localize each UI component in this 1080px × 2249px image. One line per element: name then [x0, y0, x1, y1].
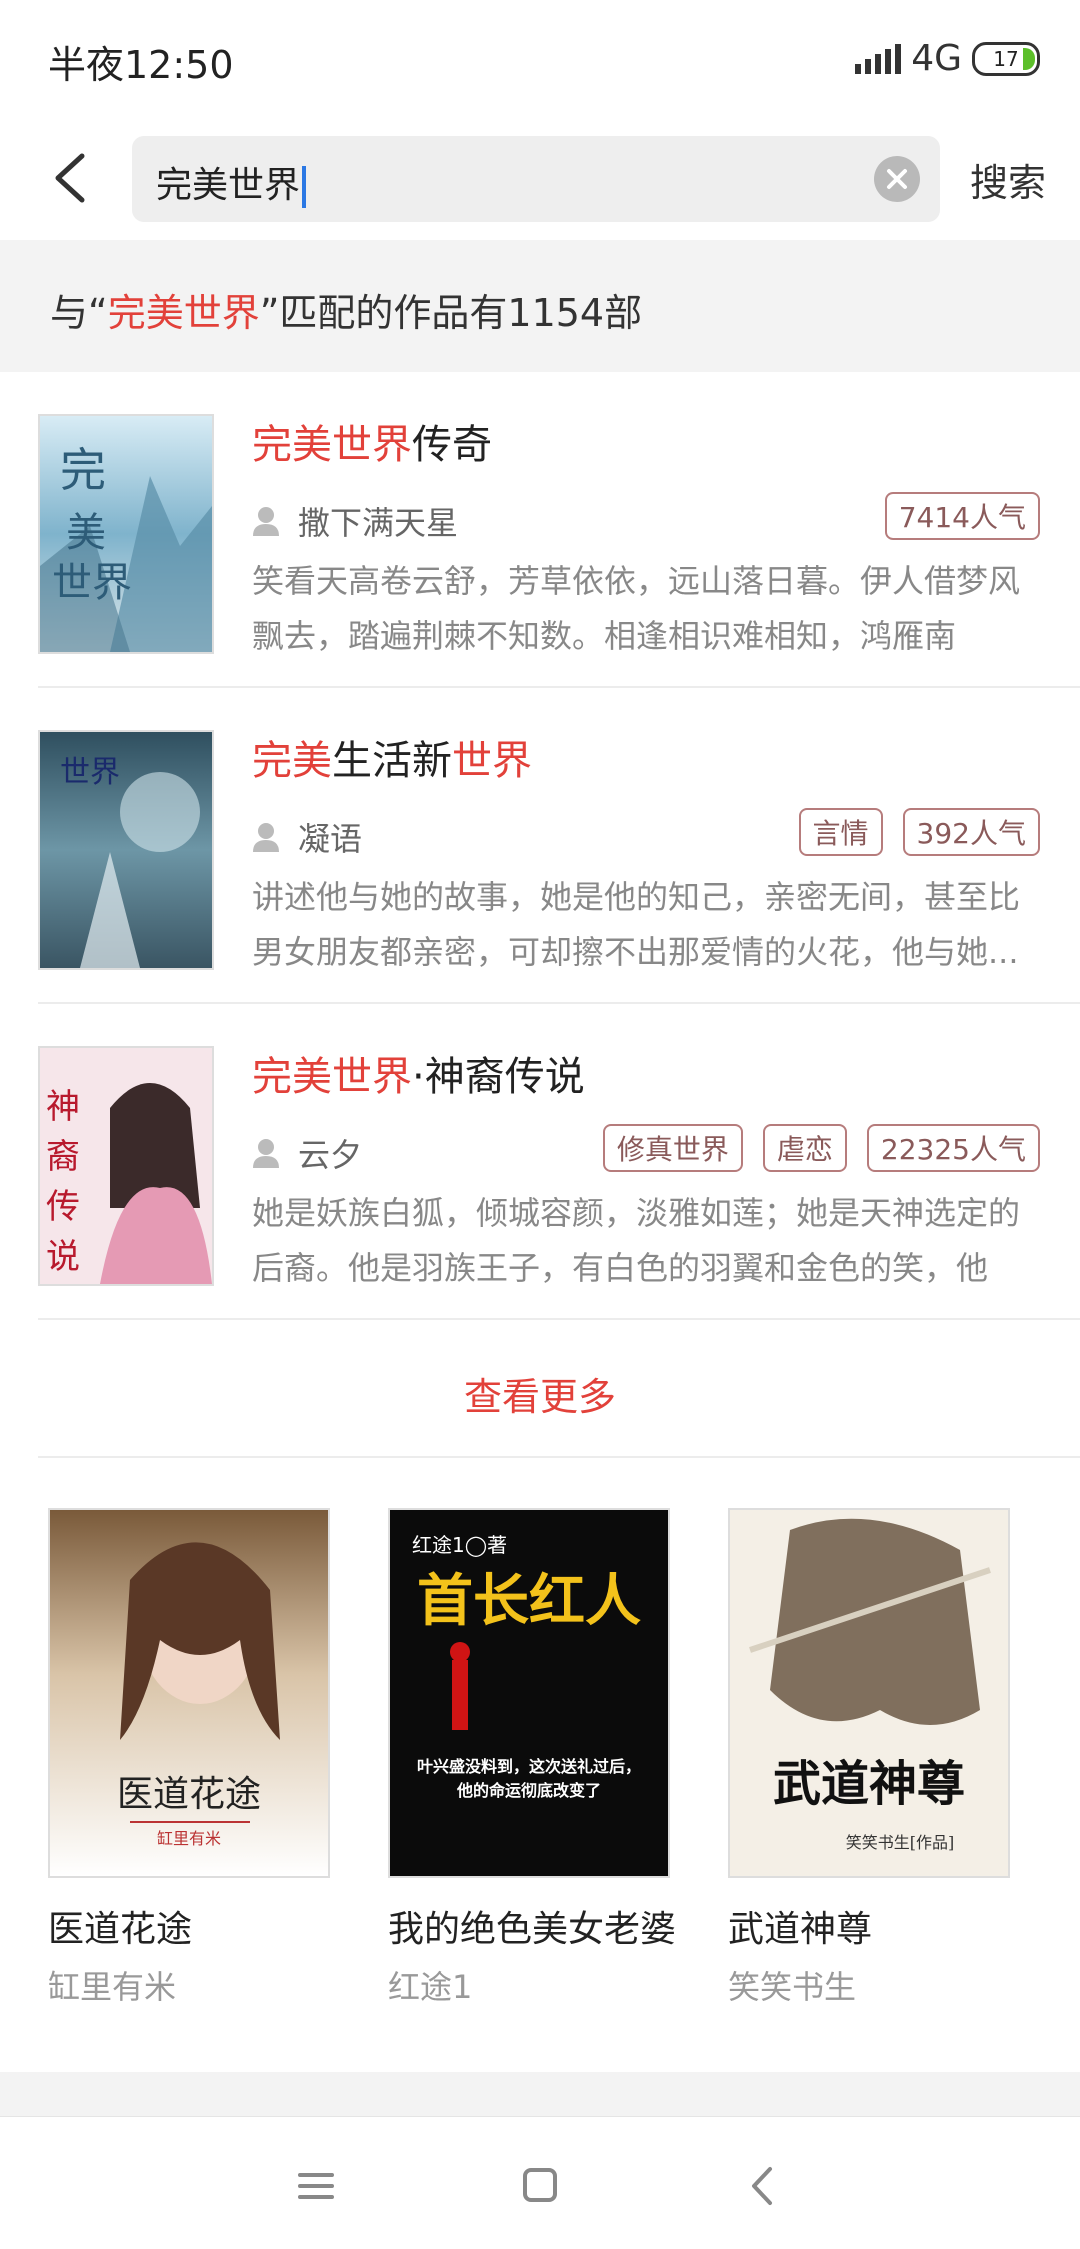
see-more-label: 查看更多: [463, 1375, 616, 1419]
genre-tag: 虐恋: [762, 1124, 847, 1172]
result-item[interactable]: 完 美 世界 完美世界传奇 撒下满天星 7414人气 笑看天高卷云舒，芳草依依，…: [0, 372, 1080, 688]
back-nav-icon[interactable]: [734, 2161, 794, 2211]
book-author: 缸里有米: [48, 1968, 177, 2006]
book-title[interactable]: 完美世界传奇: [252, 412, 492, 470]
cover-author: 笑笑书生[作品]: [846, 1833, 955, 1852]
search-query: 完美世界: [156, 165, 301, 206]
signal-icon: [855, 43, 902, 74]
result-item[interactable]: 神 裔 传 说 完美世界·神裔传说 云夕 修真世界 虐恋 22325人气 她是妖…: [0, 1004, 1080, 1320]
menu-icon[interactable]: [286, 2161, 346, 2211]
book-cover[interactable]: 完 美 世界: [38, 414, 214, 654]
section-divider: [0, 2072, 1080, 2116]
battery-icon: 17: [972, 41, 1040, 76]
divider: [38, 1456, 1080, 1458]
popularity-tag: 22325人气: [866, 1124, 1040, 1172]
recommended-book[interactable]: 红途1◯著 首长红人 叶兴盛没料到，这次送礼过后， 他的命运彻底改变了 我的绝色…: [388, 1508, 688, 2008]
svg-text:完: 完: [60, 443, 106, 497]
svg-text:美: 美: [66, 510, 106, 556]
status-time: 半夜12:50: [48, 43, 234, 87]
book-cover[interactable]: 神 裔 传 说: [38, 1046, 214, 1286]
book-author: 撒下满天星: [252, 498, 458, 544]
popularity-tag: 392人气: [902, 808, 1040, 856]
system-nav-bar: [0, 2116, 1080, 2249]
book-cover[interactable]: 医道花途 缸里有米: [48, 1508, 330, 1878]
see-more-button[interactable]: 查看更多: [0, 1326, 1080, 1456]
status-icons: 4G 17: [855, 38, 1040, 79]
back-icon[interactable]: [44, 148, 104, 208]
cover-line: 叶兴盛没料到，这次送礼过后，: [417, 1757, 641, 1776]
book-cover[interactable]: 武道神尊 笑笑书生[作品]: [728, 1508, 1010, 1878]
book-description: 笑看天高卷云舒，芳草依依，远山落日暮。伊人借梦风飘去，踏遍荆棘不知数。相逢相识难…: [252, 562, 1021, 655]
cover-author: 缸里有米: [157, 1829, 221, 1848]
book-author: 凝语: [252, 814, 362, 860]
book-author: 笑笑书生: [728, 1968, 857, 2006]
book-tags: 言情 392人气: [798, 808, 1040, 856]
svg-text:神: 神: [46, 1087, 80, 1127]
book-author: 云夕: [252, 1130, 362, 1176]
user-icon: [253, 823, 279, 852]
book-title[interactable]: 医道花途: [48, 1900, 348, 1952]
recommended-book[interactable]: 武道神尊 笑笑书生[作品] 武道神尊 笑笑书生: [728, 1508, 1028, 2008]
book-description: 讲述他与她的故事，她是他的知己，亲密无间，甚至比男女朋友都亲密，可却擦不出那爱情…: [252, 878, 1021, 971]
author-name: 撒下满天星: [298, 504, 459, 542]
network-type: 4G: [911, 38, 962, 79]
search-button[interactable]: 搜索: [970, 152, 1046, 207]
author-name: 凝语: [298, 820, 363, 858]
summary-prefix: 与“: [50, 291, 108, 335]
cover-title: 医道花途: [117, 1774, 261, 1815]
book-tags: 7414人气: [884, 492, 1040, 540]
summary-suffix: ”匹配的作品有1154部: [259, 291, 643, 335]
book-cover[interactable]: 红途1◯著 首长红人 叶兴盛没料到，这次送礼过后， 他的命运彻底改变了: [388, 1508, 670, 1878]
author-name: 云夕: [298, 1136, 363, 1174]
battery-level: 17: [993, 46, 1019, 71]
recommendation-list: 医道花途 缸里有米 医道花途 缸里有米 红途1◯著 首长红人 叶兴盛没料到，这次…: [0, 1508, 1080, 2006]
search-header: 完美世界 搜索: [0, 120, 1080, 240]
book-author: 红途1: [388, 1968, 473, 2006]
svg-text:说: 说: [46, 1237, 80, 1277]
cover-title: 首长红人: [417, 1569, 641, 1634]
book-tags: 修真世界 虐恋 22325人气: [602, 1124, 1040, 1172]
result-summary: 与“完美世界”匹配的作品有1154部: [0, 240, 1080, 372]
status-bar: 半夜12:50 4G 17: [0, 0, 1080, 120]
book-title[interactable]: 完美世界·神裔传说: [252, 1044, 585, 1102]
svg-text:世界: 世界: [60, 755, 120, 790]
genre-tag: 言情: [798, 808, 883, 856]
search-input[interactable]: 完美世界: [132, 136, 940, 222]
cover-title: 武道神尊: [773, 1756, 965, 1812]
text-cursor: [302, 166, 307, 208]
recommended-book[interactable]: 医道花途 缸里有米 医道花途 缸里有米: [48, 1508, 348, 2008]
book-title[interactable]: 武道神尊: [728, 1900, 1028, 1952]
genre-tag: 修真世界: [602, 1124, 743, 1172]
user-icon: [253, 507, 279, 536]
book-title[interactable]: 完美生活新世界: [252, 728, 532, 786]
svg-text:世界: 世界: [52, 560, 132, 606]
popularity-tag: 7414人气: [884, 492, 1040, 540]
divider: [38, 1318, 1080, 1320]
summary-keyword: 完美世界: [107, 291, 260, 335]
svg-text:传: 传: [46, 1187, 80, 1227]
user-icon: [253, 1139, 279, 1168]
book-title[interactable]: 我的绝色美女老婆: [388, 1900, 688, 1952]
cover-line: 他的命运彻底改变了: [456, 1781, 601, 1800]
book-description: 她是妖族白狐，倾城容颜，淡雅如莲；她是天神选定的后裔。他是羽族王子，有白色的羽翼…: [252, 1194, 1021, 1287]
svg-text:裔: 裔: [46, 1137, 80, 1177]
cover-top: 红途1◯著: [412, 1533, 507, 1557]
home-icon[interactable]: [510, 2161, 570, 2211]
result-item[interactable]: 世界 完美生活新世界 凝语 言情 392人气 讲述他与她的故事，她是他的知己，亲…: [0, 688, 1080, 1004]
clear-icon[interactable]: [874, 156, 920, 202]
book-cover[interactable]: 世界: [38, 730, 214, 970]
